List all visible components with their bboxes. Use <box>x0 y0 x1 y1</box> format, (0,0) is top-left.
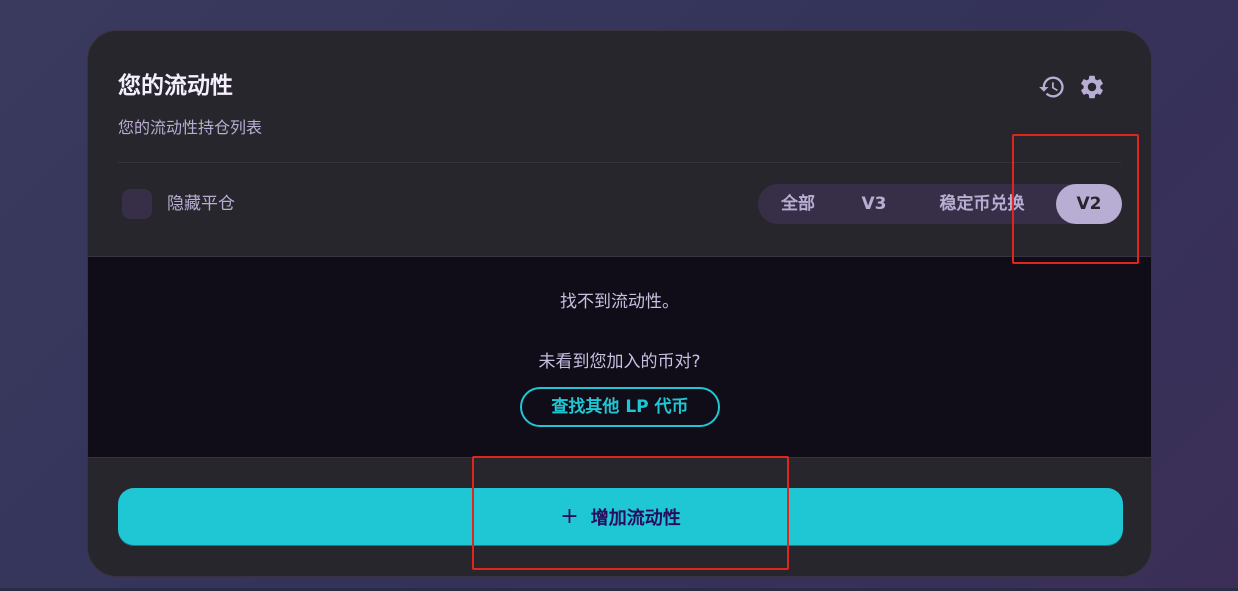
empty-message: 找不到流动性。 <box>560 292 679 312</box>
tab-all[interactable]: 全部 <box>758 184 838 224</box>
find-lp-tokens-button[interactable]: 查找其他 LP 代币 <box>520 387 720 427</box>
add-liquidity-label: 增加流动性 <box>590 508 681 529</box>
add-liquidity-button[interactable]: + 增加流动性 <box>118 488 1123 546</box>
page-title: 您的流动性 <box>118 73 233 99</box>
empty-state-panel: 找不到流动性。 未看到您加入的币对? 查找其他 LP 代币 <box>88 256 1151 458</box>
version-tabs: 全部 V3 稳定币兑换 V2 <box>758 184 1122 224</box>
history-button[interactable] <box>1036 71 1068 103</box>
tab-v2[interactable]: V2 <box>1056 184 1122 224</box>
tab-stableswap[interactable]: 稳定币兑换 <box>910 184 1054 224</box>
gear-icon <box>1081 75 1103 99</box>
hide-closed-label: 隐藏平仓 <box>167 194 235 214</box>
page-subtitle: 您的流动性持仓列表 <box>118 118 263 137</box>
liquidity-card: 您的流动性 您的流动性持仓列表 隐藏平仓 全部 V3 稳定币兑换 V2 找不到流… <box>87 30 1152 577</box>
history-icon <box>1039 76 1064 98</box>
tab-v3[interactable]: V3 <box>838 184 910 224</box>
plus-icon: + <box>560 504 579 529</box>
header-divider <box>118 162 1121 163</box>
hide-closed-checkbox[interactable] <box>122 189 152 219</box>
missing-pair-prompt: 未看到您加入的币对? <box>538 352 701 372</box>
settings-button[interactable] <box>1076 71 1108 103</box>
